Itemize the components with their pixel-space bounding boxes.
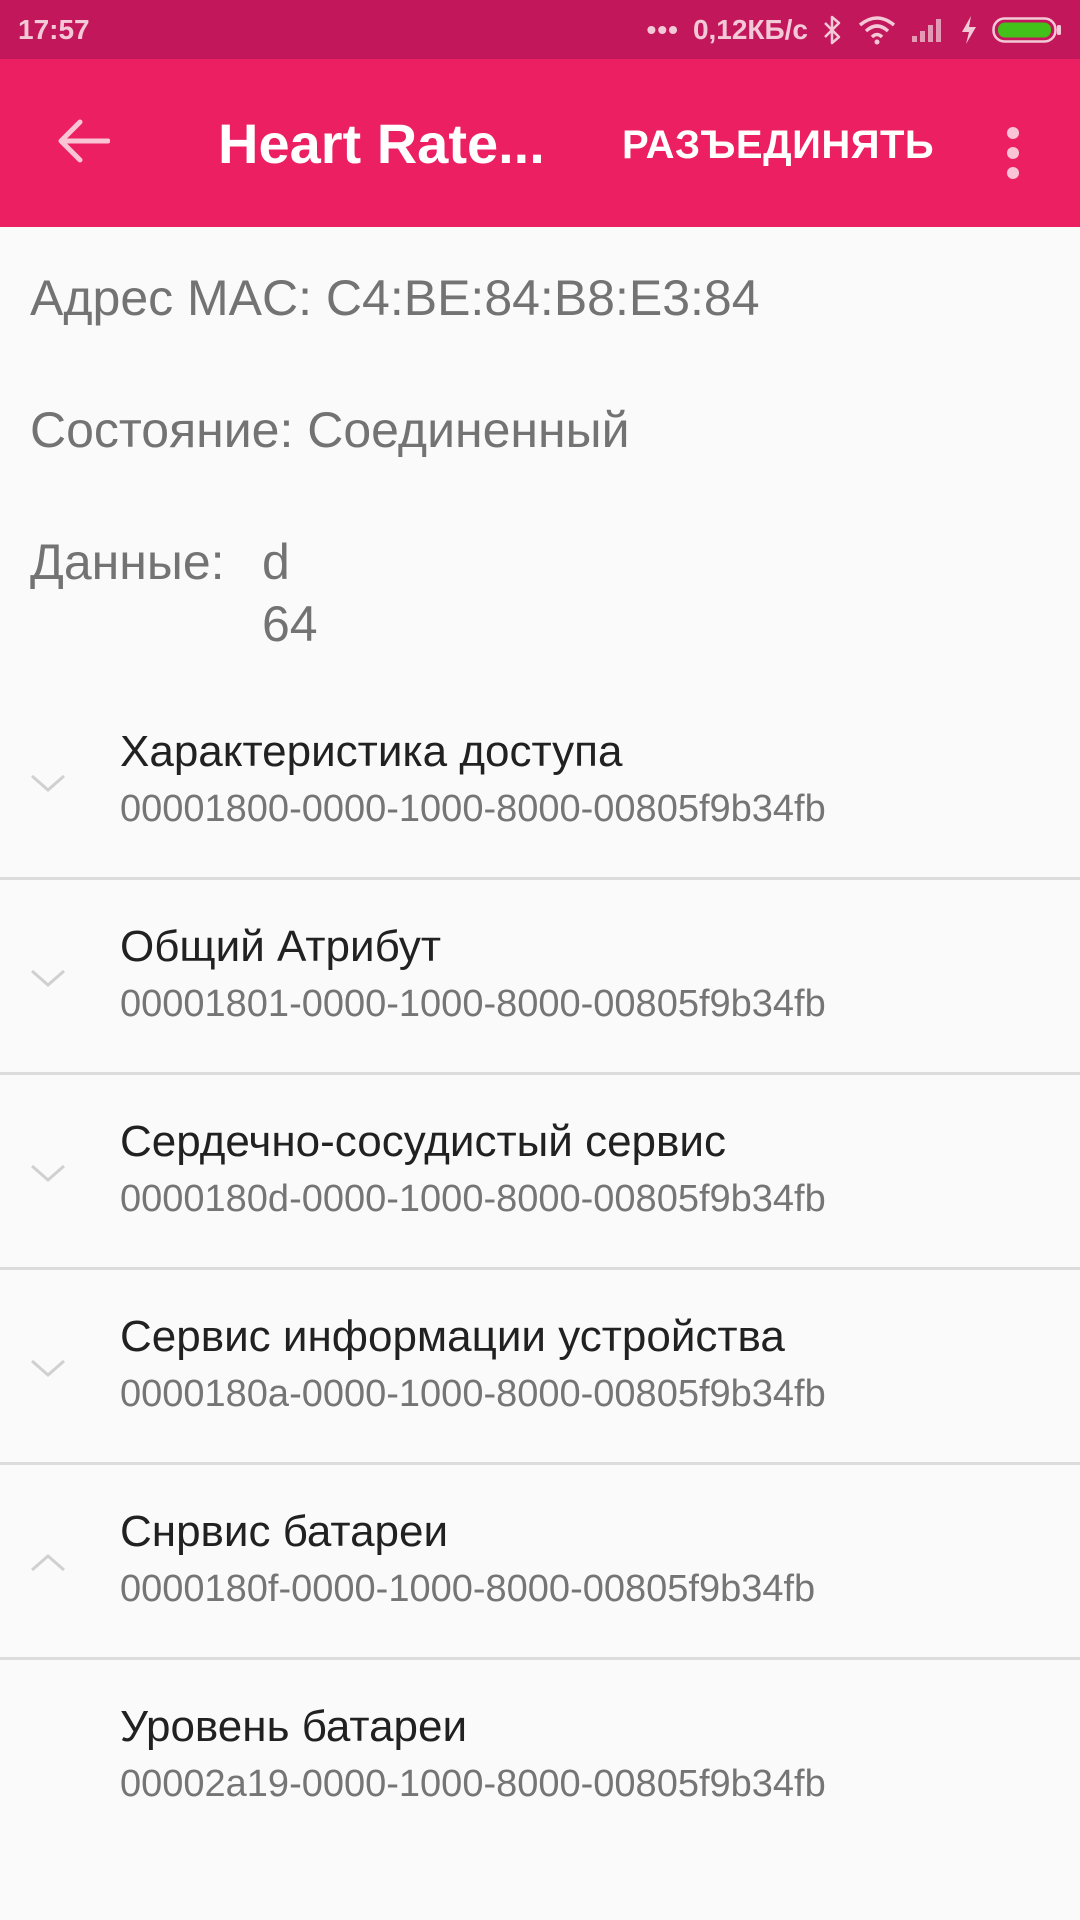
service-uuid: 0000180f-0000-1000-8000-00805f9b34fb <box>120 1568 816 1610</box>
list-item[interactable]: Сервис информации устройства 0000180a-00… <box>0 1270 1080 1465</box>
battery-icon <box>992 15 1062 45</box>
connection-state: Состояние: Соединенный <box>30 402 630 458</box>
chevron-down-icon <box>28 763 68 803</box>
status-time: 17:57 <box>18 13 90 45</box>
chevron-down-icon <box>28 1348 68 1388</box>
service-uuid: 00001800-0000-1000-8000-00805f9b34fb <box>120 788 826 830</box>
back-button[interactable] <box>44 103 124 183</box>
service-uuid: 0000180a-0000-1000-8000-00805f9b34fb <box>120 1373 826 1415</box>
data-block: Данные: d 64 <box>30 531 318 652</box>
more-vert-icon <box>1005 126 1021 184</box>
status-icons: ••• 0,12КБ/с <box>647 14 1062 46</box>
data-value-2: 64 <box>262 596 318 652</box>
status-dots: ••• <box>646 13 679 45</box>
signal-icon <box>910 16 946 44</box>
chevron-up-icon <box>28 1543 68 1583</box>
service-name: Характеристика доступа <box>120 727 623 776</box>
chevron-down-icon <box>28 1153 68 1193</box>
service-list: Характеристика доступа 00001800-0000-100… <box>0 685 1080 1855</box>
list-item[interactable]: Характеристика доступа 00001800-0000-100… <box>0 685 1080 880</box>
service-name: Сервис информации устройства <box>120 1312 785 1361</box>
status-bar: 17:57 ••• 0,12КБ/с <box>0 0 1080 59</box>
service-uuid: 0000180d-0000-1000-8000-00805f9b34fb <box>120 1178 826 1220</box>
characteristic-name: Уровень батареи <box>120 1702 468 1751</box>
list-item[interactable]: Общий Атрибут 00001801-0000-1000-8000-00… <box>0 880 1080 1075</box>
disconnect-button[interactable]: РАЗЪЕДИНЯТЬ <box>622 121 934 169</box>
overflow-menu-button[interactable] <box>986 115 1040 195</box>
network-speed: 0,12КБ/с <box>692 13 808 45</box>
list-item[interactable]: Сердечно-сосудистый сервис 0000180d-0000… <box>0 1075 1080 1270</box>
list-item[interactable]: Снрвис батареи 0000180f-0000-1000-8000-0… <box>0 1465 1080 1660</box>
mac-address: Адрес MAC: C4:BE:84:B8:E3:84 <box>30 270 760 326</box>
charging-icon <box>960 15 978 45</box>
service-name: Общий Атрибут <box>120 922 441 971</box>
data-value-1: d <box>262 534 290 590</box>
characteristic-item[interactable]: Уровень батареи 00002a19-0000-1000-8000-… <box>0 1660 1080 1855</box>
service-name: Снрвис батареи <box>120 1507 449 1556</box>
data-label: Данные: <box>30 534 225 590</box>
data-values: d 64 <box>262 531 462 655</box>
page-title: Heart Rate... <box>218 112 545 175</box>
service-uuid: 00001801-0000-1000-8000-00805f9b34fb <box>120 983 826 1025</box>
chevron-down-icon <box>28 958 68 998</box>
bluetooth-icon <box>822 15 844 45</box>
service-name: Сердечно-сосудистый сервис <box>120 1117 726 1166</box>
app-bar: Heart Rate... РАЗЪЕДИНЯТЬ <box>0 59 1080 227</box>
wifi-icon <box>858 15 896 45</box>
characteristic-uuid: 00002a19-0000-1000-8000-00805f9b34fb <box>120 1763 826 1805</box>
arrow-left-icon <box>58 119 111 168</box>
